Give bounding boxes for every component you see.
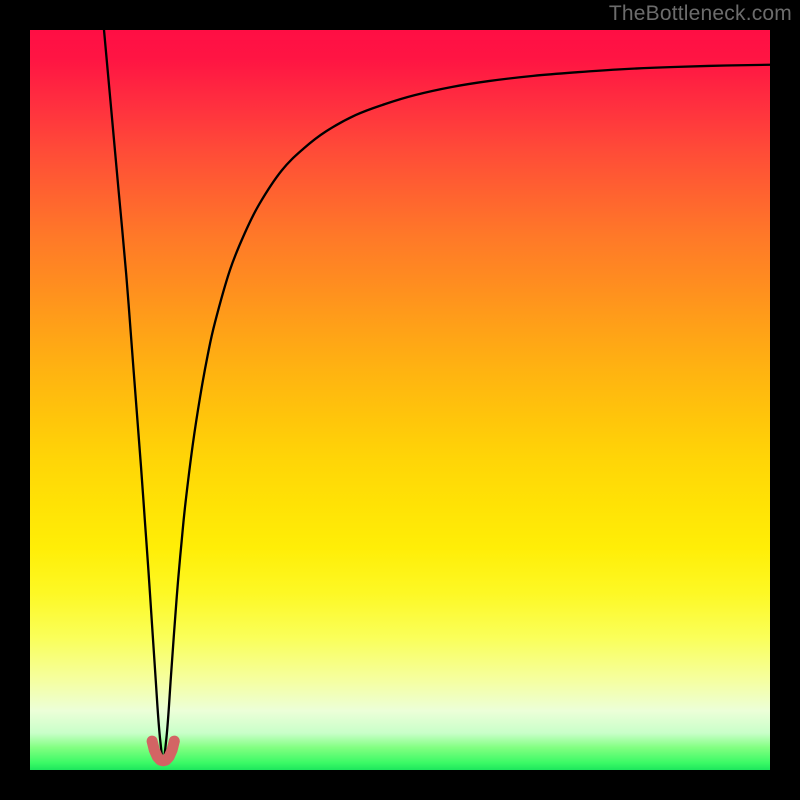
watermark-text: TheBottleneck.com (609, 2, 792, 26)
curve-layer (30, 30, 770, 770)
plot-area (30, 30, 770, 770)
notch-marker (152, 741, 174, 761)
chart-frame: TheBottleneck.com (0, 0, 800, 800)
bottleneck-curve (104, 30, 770, 760)
